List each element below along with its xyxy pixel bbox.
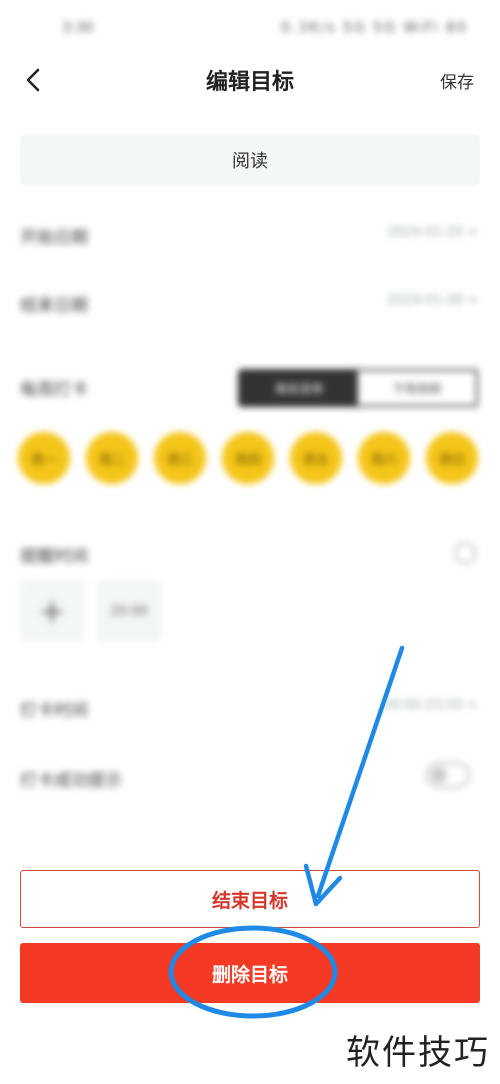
goal-name-field[interactable]: 阅读 — [20, 134, 480, 186]
day-sat[interactable]: 周六 — [358, 432, 410, 484]
save-button[interactable]: 保存 — [440, 68, 474, 93]
status-icons: 0.3K/s 5G 5G WiFi 80 — [281, 20, 468, 36]
edit-goal-screen: 3:30 0.3K/s 5G 5G WiFi 80 编辑目标 保存 阅读 开始日… — [0, 0, 500, 1084]
status-time: 3:30 — [62, 20, 94, 36]
remind-time-label: 提醒时间 — [20, 547, 88, 567]
weekly-mode-toggle: 周目坚持 不限周期 — [238, 369, 478, 407]
watermark: 软件技巧 — [346, 1033, 490, 1073]
start-date-row[interactable]: 开始日期 2024-01-20 > — [20, 213, 480, 253]
day-thu[interactable]: 周四 — [222, 432, 274, 484]
chevron-left-icon[interactable] — [18, 64, 50, 96]
add-remind-time-button[interactable]: + — [20, 580, 84, 642]
success-prompt-label: 打卡成功提示 — [20, 771, 122, 791]
nav-bar: 编辑目标 保存 — [0, 52, 500, 108]
checkin-time-value: 00:00-23:59 > — [383, 698, 478, 713]
page-title: 编辑目标 — [205, 70, 294, 95]
day-fri[interactable]: 周五 — [290, 432, 342, 484]
info-icon[interactable] — [454, 542, 476, 564]
weekly-mode-option-1[interactable]: 周目坚持 — [240, 371, 358, 405]
day-mon[interactable]: 周一 — [18, 432, 70, 484]
remind-time-chip[interactable]: 20:00 — [96, 580, 162, 642]
day-sun[interactable]: 周日 — [426, 432, 478, 484]
success-prompt-row: 打卡成功提示 — [20, 756, 480, 796]
remind-time-row: 提醒时间 — [20, 532, 480, 572]
checkin-time-row[interactable]: 打卡时间 00:00-23:59 > — [20, 686, 480, 726]
day-tue[interactable]: 周二 — [86, 432, 138, 484]
success-prompt-toggle[interactable] — [426, 762, 470, 788]
end-date-value: 2024-01-28 > — [387, 293, 478, 308]
end-goal-button[interactable]: 结束目标 — [20, 870, 480, 928]
delete-goal-button[interactable]: 删除目标 — [20, 943, 480, 1003]
weekly-checkin-label: 每周打卡 — [20, 380, 88, 400]
start-date-value: 2024-01-20 > — [387, 225, 478, 240]
status-bar: 3:30 0.3K/s 5G 5G WiFi 80 — [0, 0, 500, 60]
day-wed[interactable]: 周三 — [154, 432, 206, 484]
end-date-row[interactable]: 结束日期 2024-01-28 > — [20, 281, 480, 321]
weekday-selector: 周一 周二 周三 周四 周五 周六 周日 — [18, 432, 478, 484]
weekly-mode-option-2[interactable]: 不限周期 — [358, 371, 476, 405]
end-date-label: 结束日期 — [20, 296, 88, 316]
start-date-label: 开始日期 — [20, 228, 88, 248]
weekly-checkin-row: 每周打卡 周目坚持 不限周期 — [20, 365, 480, 407]
checkin-time-label: 打卡时间 — [20, 701, 88, 721]
toggle-knob — [431, 767, 447, 783]
